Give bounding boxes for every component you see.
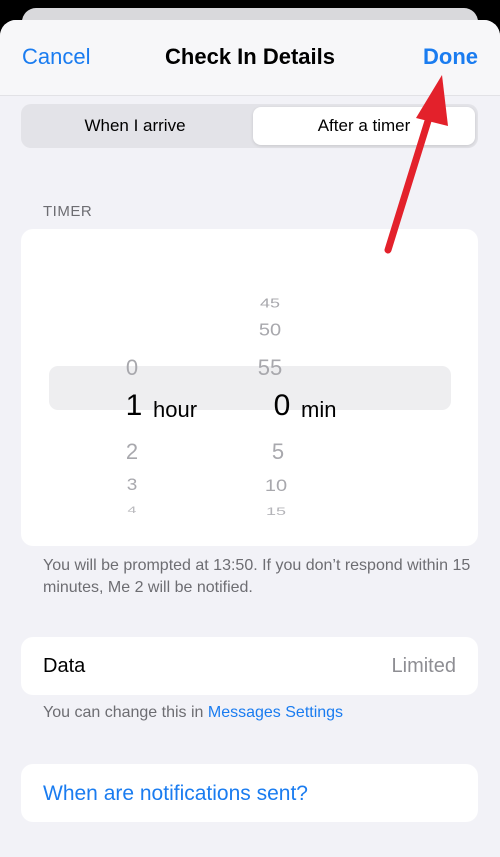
minute-option[interactable]: 5 [263,439,293,465]
timer-section-header: TIMER [43,203,93,220]
minute-option[interactable]: 55 [247,355,293,381]
minute-option[interactable]: 45 [247,296,293,311]
hour-selected[interactable]: 1 [117,389,151,423]
hour-unit-label: hour [153,397,198,422]
navigation-bar: Cancel Check In Details Done [0,20,500,96]
minute-option[interactable]: 10 [253,477,299,497]
hour-option[interactable]: 2 [117,439,147,465]
notifications-info-link[interactable]: When are notifications sent? [43,782,308,806]
hour-option[interactable]: 3 [117,477,147,496]
done-button[interactable]: Done [423,44,478,70]
notifications-info-row[interactable]: When are notifications sent? [21,764,478,822]
data-row-label: Data [43,655,86,677]
hour-option[interactable]: 4 [117,506,147,516]
minute-option[interactable]: 50 [247,320,293,340]
minute-option[interactable]: 15 [253,505,299,518]
check-in-type-segmented-control: When I arrive After a timer [21,104,478,148]
data-row[interactable]: Data Limited [21,637,478,695]
hour-option[interactable]: 0 [117,355,147,381]
data-footer-note: You can change this in Messages Settings [43,704,343,722]
minute-selected[interactable]: 0 [267,389,297,423]
check-in-details-sheet: Cancel Check In Details Done When I arri… [0,20,500,857]
timer-picker[interactable]: 0 1 hour 2 3 4 45 50 55 0 min 5 10 15 [21,229,478,546]
minute-unit-label: min [301,397,337,422]
timer-footer-note: You will be prompted at 13:50. If you do… [43,557,471,596]
segment-after-a-timer[interactable]: After a timer [253,107,475,145]
data-footer-prefix: You can change this in [43,704,208,721]
messages-settings-link[interactable]: Messages Settings [208,704,343,721]
data-row-value: Limited [391,655,456,677]
segment-when-i-arrive[interactable]: When I arrive [24,107,246,145]
